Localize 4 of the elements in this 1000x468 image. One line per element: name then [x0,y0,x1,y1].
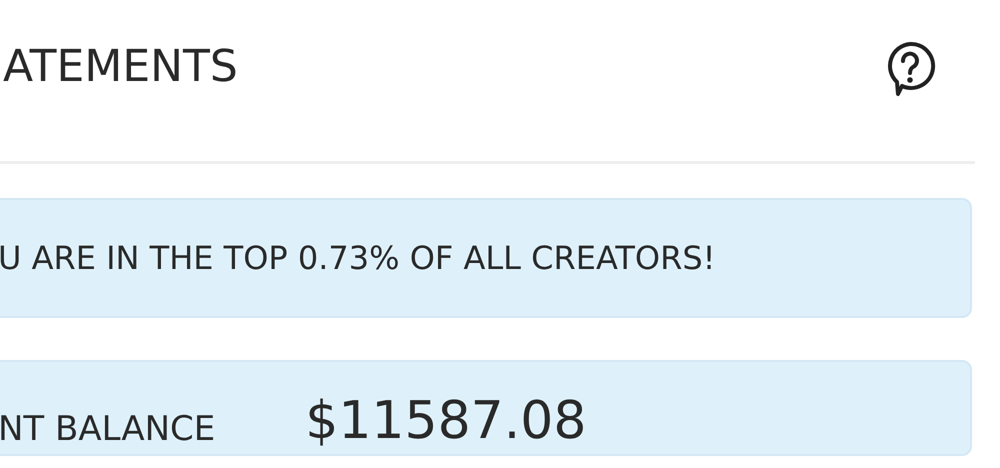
rank-text: U ARE IN THE TOP 0.73% OF ALL CREATORS! [0,239,716,277]
page-title: ATEMENTS [3,41,238,94]
balance-amount: $11587.08 [305,392,586,450]
balance-label: NT BALANCE [0,410,216,450]
